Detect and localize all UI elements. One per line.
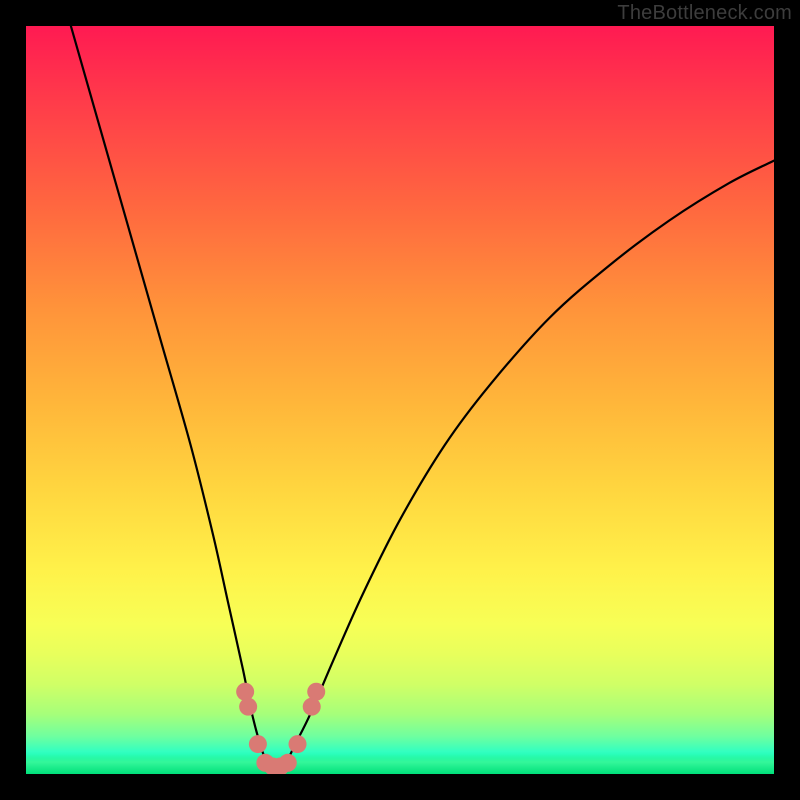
bottleneck-curve: [71, 26, 774, 767]
marker-group: [236, 683, 325, 774]
curve-layer: [26, 26, 774, 774]
left-upper-dot2: [239, 698, 257, 716]
left-upper-dot: [236, 683, 254, 701]
left-lower-dot: [249, 735, 267, 753]
trough-dot-4: [279, 754, 297, 772]
right-lower-dot: [289, 735, 307, 753]
plot-area: [26, 26, 774, 774]
watermark-text: TheBottleneck.com: [617, 2, 792, 25]
chart-frame: TheBottleneck.com: [0, 0, 800, 800]
right-upper-dot2: [307, 683, 325, 701]
